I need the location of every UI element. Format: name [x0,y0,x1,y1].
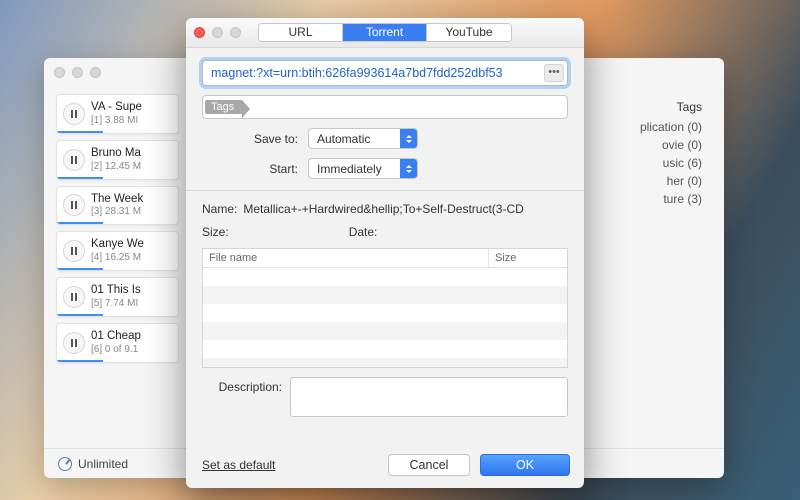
magnet-url-input[interactable] [202,60,568,86]
column-size[interactable]: Size [489,249,567,267]
column-filename[interactable]: File name [203,249,489,267]
start-value: Immediately [317,162,382,176]
download-item[interactable]: VA - Supe [1] 3.88 MI [56,94,179,134]
tab-url[interactable]: URL [259,24,343,41]
separator [186,190,584,191]
minimize-icon[interactable] [72,67,83,78]
download-meta: [6] 0 of 9.1 [91,344,141,356]
add-download-dialog: URL Torrent YouTube ••• Tags Save to: Au… [186,18,584,488]
name-label: Name: [202,202,237,216]
tab-youtube[interactable]: YouTube [427,24,511,41]
download-meta: [5] 7.74 MI [91,298,141,310]
tags-input[interactable]: Tags [202,95,568,119]
ok-button[interactable]: OK [480,454,570,476]
save-to-select[interactable]: Automatic [308,128,418,149]
speed-limit-label[interactable]: Unlimited [78,457,128,471]
download-title: 01 Cheap [91,330,141,344]
size-label: Size: [202,225,229,239]
minimize-icon[interactable] [212,27,223,38]
pause-icon[interactable] [63,103,85,125]
description-textarea[interactable] [290,377,568,417]
close-icon[interactable] [194,27,205,38]
dialog-titlebar: URL Torrent YouTube [186,18,584,48]
download-item[interactable]: 01 Cheap [6] 0 of 9.1 [56,323,179,363]
download-meta: [3] 28.31 M [91,206,143,218]
description-label: Description: [202,377,282,394]
download-title: VA - Supe [91,101,142,115]
close-icon[interactable] [54,67,65,78]
pause-icon[interactable] [63,240,85,262]
save-to-label: Save to: [202,132,298,146]
download-item[interactable]: 01 This Is [5] 7.74 MI [56,277,179,317]
pause-icon[interactable] [63,194,85,216]
download-title: Bruno Ma [91,147,141,161]
download-meta: [1] 3.88 MI [91,115,142,127]
date-label: Date: [349,225,378,239]
tags-placeholder-chip: Tags [205,100,242,114]
download-item[interactable]: The Week [3] 28.31 M [56,186,179,226]
chevron-updown-icon [400,129,417,148]
start-label: Start: [202,162,298,176]
speed-gauge-icon [58,457,72,471]
download-meta: [2] 12.45 M [91,161,141,173]
zoom-icon[interactable] [90,67,101,78]
pause-icon[interactable] [63,149,85,171]
download-item[interactable]: Bruno Ma [2] 12.45 M [56,140,179,180]
download-title: The Week [91,193,143,207]
files-table-body[interactable] [203,268,567,367]
zoom-icon[interactable] [230,27,241,38]
download-item[interactable]: Kanye We [4] 16.25 M [56,231,179,271]
download-meta: [4] 16.25 M [91,252,144,264]
cancel-button[interactable]: Cancel [388,454,470,476]
pause-icon[interactable] [63,332,85,354]
browse-button[interactable]: ••• [544,64,564,82]
download-title: 01 This Is [91,284,141,298]
chevron-updown-icon [400,159,417,178]
source-type-segmented: URL Torrent YouTube [258,23,512,42]
torrent-name-value: Metallica+-+Hardwired&hellip;To+Self-Des… [243,202,523,216]
save-to-value: Automatic [317,132,370,146]
download-title: Kanye We [91,238,144,252]
start-select[interactable]: Immediately [308,158,418,179]
tab-torrent[interactable]: Torrent [343,24,427,41]
files-table: File name Size [202,248,568,368]
downloads-list: VA - Supe [1] 3.88 MI Bruno Ma [2] 12.45… [44,86,179,448]
pause-icon[interactable] [63,286,85,308]
set-as-default-link[interactable]: Set as default [202,458,275,472]
